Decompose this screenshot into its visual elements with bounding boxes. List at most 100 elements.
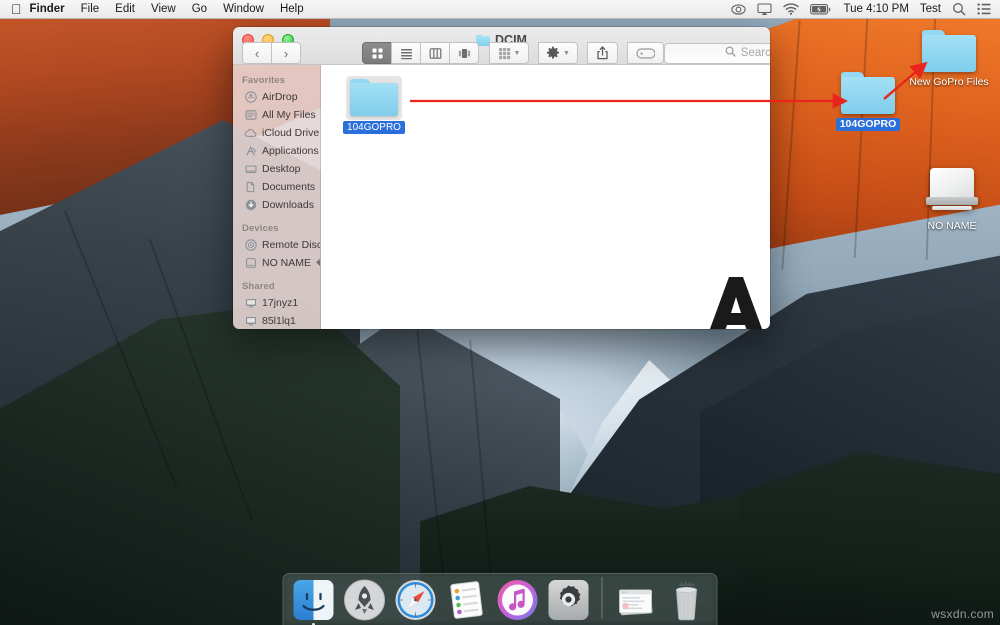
airplay-display-icon[interactable] [757,2,773,16]
finder-sidebar: Favorites AirDrop All My Files iCloud Dr… [233,65,321,329]
menu-item-edit[interactable]: Edit [107,3,143,15]
search-placeholder: Search [740,47,770,59]
battery-charging-icon[interactable] [810,3,832,15]
documents-icon [244,181,257,194]
sidebar-header-shared: Shared [242,281,275,292]
dock-item-documents-stack[interactable] [615,579,657,621]
dock-item-finder[interactable] [293,579,335,625]
sidebar-item-label: Remote Disc [262,239,321,251]
finder-body: Favorites AirDrop All My Files iCloud Dr… [233,65,770,329]
menu-item-finder[interactable]: Finder [22,3,73,15]
sidebar-item-label: AirDrop [262,91,298,103]
desktop-icon [244,163,257,176]
dock [282,573,718,625]
airdrop-icon [244,91,257,104]
shared-computer-icon [244,297,257,310]
search-field-wrapper: Search [664,42,770,64]
dock-item-launchpad[interactable] [344,579,386,621]
sidebar-item-documents[interactable]: Documents [233,178,320,196]
dock-item-safari[interactable] [395,579,437,621]
share-group [587,42,618,64]
coverflow-view-button[interactable] [449,42,479,64]
icloud-icon [244,127,257,140]
chevron-down-icon: ▼ [563,49,570,57]
sidebar-item-label: All My Files [262,109,316,121]
column-view-button[interactable] [420,42,450,64]
menu-item-help[interactable]: Help [272,3,312,15]
site-watermark: wsxdn.com [931,607,994,621]
sidebar-item-all-my-files[interactable]: All My Files [233,106,320,124]
sidebar-header-devices: Devices [242,223,279,234]
navigation-buttons: ‹ › [242,42,301,64]
dock-item-system-preferences[interactable] [548,579,590,621]
sidebar-item-label: Documents [262,181,316,193]
sidebar-item-no-name[interactable]: NO NAME �;▲̲ [233,254,320,272]
external-drive-icon [926,168,978,216]
menu-item-window[interactable]: Window [215,3,272,15]
chevron-down-icon: ▼ [513,49,521,57]
sidebar-item-label: 85l1lq1 [262,315,296,327]
sidebar-item-remote-disc[interactable]: Remote Disc [233,236,320,254]
sidebar-item-airdrop[interactable]: AirDrop [233,88,320,106]
finder-toolbar: ‹ › ▼ ▼ Searc [233,41,770,65]
sidebar-item-label: 17jnyz1 [262,297,299,309]
vpn-connection-icon[interactable] [731,3,747,16]
arrange-button[interactable]: ▼ [489,42,529,64]
list-view-button[interactable] [391,42,421,64]
sidebar-item-desktop[interactable]: Desktop [233,160,320,178]
desktop-icon-label: New GoPro Files [909,76,989,88]
desktop-icon-label: NO NAME [927,220,977,232]
menu-item-go[interactable]: Go [184,3,215,15]
apple-logo-icon[interactable]:  [11,2,22,16]
forward-button[interactable]: › [271,42,301,64]
tag-button[interactable] [627,42,664,64]
shared-computer-icon [244,315,257,328]
sidebar-item-label: iCloud Drive [262,127,320,139]
action-group: ▼ [538,42,578,64]
file-item-label: 104GOPRO [343,121,405,134]
view-mode-buttons [362,42,479,64]
menubar-user[interactable]: Test [920,3,941,15]
finder-content-area[interactable]: 104GOPRO [321,65,770,329]
menu-item-view[interactable]: View [143,3,184,15]
icon-view-button[interactable] [362,42,392,64]
sidebar-item-label: NO NAME [262,257,312,269]
search-icon [725,46,736,60]
share-button[interactable] [587,42,618,64]
sidebar-item-applications[interactable]: Applications [233,142,320,160]
desktop-icon-104gopro[interactable]: 104GOPRO [822,72,914,132]
sidebar-item-label: Desktop [262,163,301,175]
menubar-clock[interactable]: Tue 4:10 PM [843,3,908,15]
dock-item-trash[interactable] [666,579,708,621]
menu-bar:  Finder File Edit View Go Window Help T… [0,0,1000,19]
notification-center-icon[interactable] [977,3,991,15]
folder-icon [346,76,402,120]
finder-titlebar[interactable]: DCIM ‹ › ▼ ▼ Searc [233,27,770,65]
action-gear-button[interactable]: ▼ [538,42,578,64]
appuals-logo [699,263,770,329]
desktop-icon-new-gopro-files[interactable]: New GoPro Files [903,30,995,90]
folder-icon [922,30,976,72]
all-my-files-icon [244,109,257,122]
applications-icon [244,145,257,158]
dock-item-itunes[interactable] [497,579,539,621]
search-input[interactable]: Search [664,42,770,64]
sidebar-item-downloads[interactable]: Downloads [233,196,320,214]
sidebar-item-label: Applications [262,145,319,157]
spotlight-search-icon[interactable] [952,2,966,16]
sidebar-item-label: Downloads [262,199,314,211]
finder-window[interactable]: DCIM ‹ › ▼ ▼ Searc Favorites AirDrop All… [233,27,770,329]
folder-icon [841,72,895,114]
dock-item-reminders[interactable] [446,579,488,621]
arrange-group: ▼ [489,42,529,64]
wifi-icon[interactable] [783,3,800,15]
desktop-icon-no-name-drive[interactable]: NO NAME [906,168,998,234]
dock-separator [601,577,603,619]
sidebar-item-17jnyz1[interactable]: 17jnyz1 [233,294,320,312]
sidebar-item-icloud-drive[interactable]: iCloud Drive [233,124,320,142]
sidebar-item-85l1lq1[interactable]: 85l1lq1 [233,312,320,329]
back-button[interactable]: ‹ [242,42,272,64]
menu-item-file[interactable]: File [73,3,108,15]
desktop-icon-label: 104GOPRO [835,118,901,131]
file-item-104gopro[interactable]: 104GOPRO [342,76,406,135]
